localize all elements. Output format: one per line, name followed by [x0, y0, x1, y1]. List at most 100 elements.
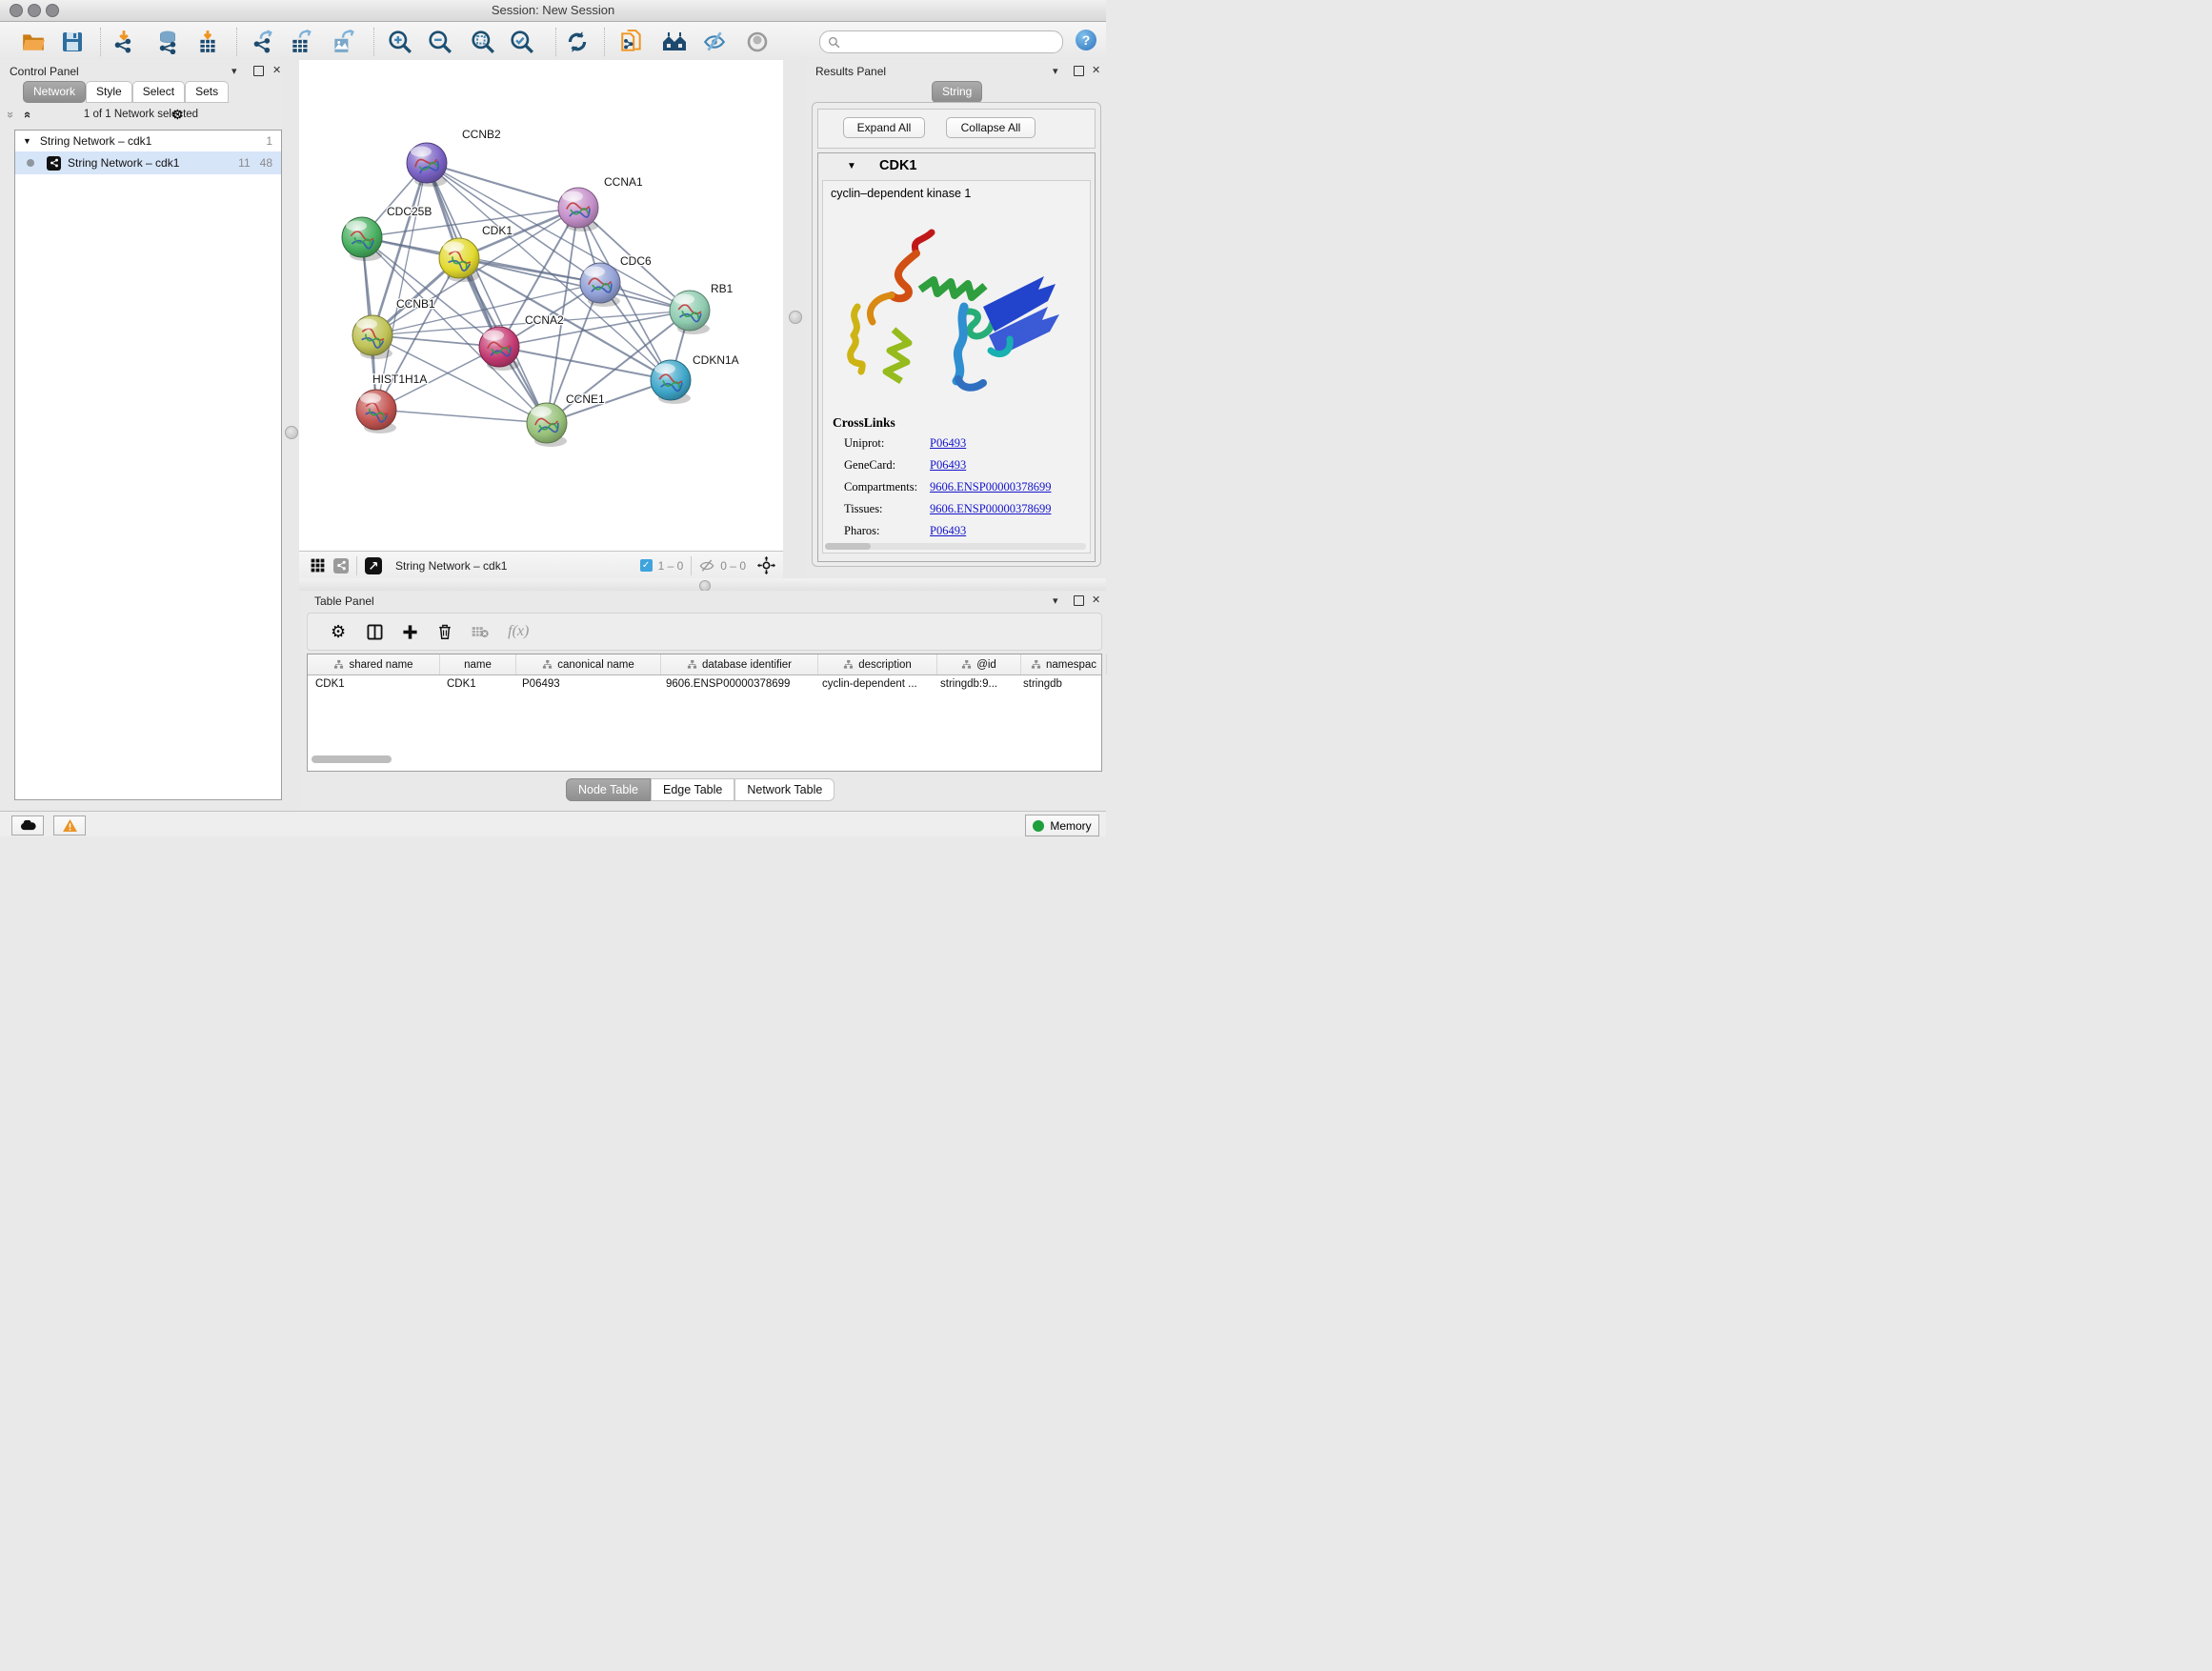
- add-column-icon[interactable]: [402, 624, 418, 640]
- network-options-gear-icon[interactable]: ⚙: [171, 107, 184, 123]
- toolbar-separator: [236, 28, 237, 56]
- grid-view-icon[interactable]: [311, 558, 325, 573]
- search-icon: [828, 36, 840, 49]
- collapse-triangle-icon[interactable]: ▼: [23, 136, 31, 146]
- scrollbar-thumb[interactable]: [825, 543, 871, 550]
- show-hidden-button[interactable]: [744, 29, 771, 55]
- export-network-button[interactable]: [250, 29, 276, 55]
- export-image-button[interactable]: [330, 29, 356, 55]
- tab-node-table[interactable]: Node Table: [566, 778, 651, 801]
- clone-network-button[interactable]: [618, 29, 645, 55]
- expand-all-button[interactable]: Expand All: [843, 117, 925, 138]
- search-input[interactable]: [840, 34, 1044, 50]
- birds-eye-view-icon[interactable]: [365, 557, 382, 574]
- zoom-fit-button[interactable]: [470, 29, 496, 55]
- table-header-row: shared namenamecanonical namedatabase id…: [308, 654, 1101, 675]
- float-panel-icon[interactable]: [1074, 595, 1084, 606]
- panel-menu-icon[interactable]: ▾: [1053, 594, 1058, 607]
- close-panel-icon[interactable]: ✕: [1092, 64, 1100, 76]
- network-node-CCNE1[interactable]: CCNE1: [527, 393, 605, 447]
- help-button[interactable]: ?: [1076, 30, 1096, 50]
- delete-column-icon[interactable]: [437, 623, 452, 640]
- collapse-all-button[interactable]: Collapse All: [946, 117, 1036, 138]
- network-node-CDC25B[interactable]: CDC25B: [342, 205, 432, 261]
- network-view-title: String Network – cdk1: [395, 559, 507, 573]
- network-node-RB1[interactable]: RB1: [670, 282, 734, 334]
- zoom-in-button[interactable]: [387, 29, 413, 55]
- network-node-CDKN1A[interactable]: CDKN1A: [651, 353, 739, 404]
- tab-network-table[interactable]: Network Table: [734, 778, 835, 801]
- crosslink-compartments[interactable]: 9606.ENSP00000378699: [930, 480, 1051, 494]
- memory-button[interactable]: Memory: [1025, 815, 1099, 836]
- column-header-sharedname[interactable]: shared name: [308, 654, 440, 674]
- network-collection-row[interactable]: ▼ String Network – cdk1 1: [15, 131, 281, 151]
- column-header-description[interactable]: description: [818, 654, 937, 674]
- selected-nodes-checkbox[interactable]: ✓: [640, 559, 653, 572]
- table-cell: cyclin-dependent ...: [814, 675, 933, 695]
- splitter-handle[interactable]: [789, 311, 802, 324]
- column-header-canonicalname[interactable]: canonical name: [516, 654, 661, 674]
- first-neighbors-button[interactable]: [661, 29, 688, 55]
- import-network-file-button[interactable]: [111, 29, 137, 55]
- tab-select[interactable]: Select: [132, 81, 185, 103]
- crosslink-uniprot[interactable]: P06493: [930, 436, 966, 451]
- column-header-namespac[interactable]: namespac: [1021, 654, 1107, 674]
- scrollbar-thumb[interactable]: [312, 755, 392, 763]
- refresh-button[interactable]: [564, 29, 591, 55]
- collapse-triangle-icon[interactable]: ▼: [847, 161, 856, 171]
- left-splitter[interactable]: [282, 60, 299, 811]
- network-view[interactable]: CCNB2CCNA1CDC25BCDK1CDC6RB1CCNB1CCNA2CDK…: [299, 60, 783, 551]
- crosslink-label: Uniprot:: [844, 436, 930, 451]
- collection-label: String Network – cdk1: [40, 134, 151, 148]
- crosshair-icon[interactable]: [757, 556, 775, 574]
- copy-document-icon: [619, 30, 644, 54]
- warnings-button[interactable]: [53, 815, 86, 836]
- tab-string[interactable]: String: [932, 81, 982, 103]
- import-network-database-button[interactable]: [154, 29, 181, 55]
- expand-collapse-bar: Expand All Collapse All: [817, 109, 1096, 149]
- column-header-databaseidentifier[interactable]: database identifier: [661, 654, 818, 674]
- import-table-button[interactable]: [194, 29, 221, 55]
- crosslink-row: Uniprot:P06493: [844, 436, 1082, 451]
- hidden-count: 0 – 0: [720, 559, 746, 573]
- float-panel-icon[interactable]: [253, 66, 264, 76]
- network-node-HIST1H1A[interactable]: HIST1H1A: [356, 372, 427, 433]
- hide-selected-button[interactable]: [701, 29, 728, 55]
- table-row[interactable]: CDK1CDK1P064939606.ENSP00000378699cyclin…: [308, 675, 1101, 695]
- network-node-CCNA1[interactable]: CCNA1: [558, 175, 643, 232]
- tab-network[interactable]: Network: [23, 81, 86, 103]
- network-row-selected[interactable]: String Network – cdk1 11 48: [15, 151, 281, 174]
- control-panel: Control Panel ▾ ✕ NetworkStyleSelectSets…: [0, 60, 282, 811]
- horizontal-splitter[interactable]: [299, 578, 1106, 591]
- open-folder-icon: [21, 30, 46, 54]
- open-session-button[interactable]: [20, 29, 47, 55]
- cloud-button[interactable]: [11, 815, 44, 836]
- show-columns-icon[interactable]: [367, 624, 383, 640]
- network-canvas[interactable]: CCNB2CCNA1CDC25BCDK1CDC6RB1CCNB1CCNA2CDK…: [299, 60, 783, 551]
- crosslink-tissues[interactable]: 9606.ENSP00000378699: [930, 502, 1051, 516]
- splitter-handle[interactable]: [285, 426, 298, 439]
- column-header-name[interactable]: name: [440, 654, 516, 674]
- tab-edge-table[interactable]: Edge Table: [651, 778, 734, 801]
- column-header-id[interactable]: @id: [937, 654, 1021, 674]
- network-view-share-icon[interactable]: [333, 558, 349, 574]
- close-panel-icon[interactable]: ✕: [1092, 594, 1100, 606]
- table-h-scrollbar[interactable]: [312, 755, 1096, 765]
- panel-menu-icon[interactable]: ▾: [1053, 65, 1058, 77]
- tab-sets[interactable]: Sets: [185, 81, 229, 103]
- save-session-button[interactable]: [59, 29, 86, 55]
- table-options-gear-icon[interactable]: ⚙: [331, 622, 346, 642]
- network-node-CCNB1[interactable]: CCNB1: [352, 297, 435, 359]
- crosslink-genecard[interactable]: P06493: [930, 458, 966, 473]
- zoom-out-button[interactable]: [427, 29, 453, 55]
- zoom-selected-button[interactable]: [509, 29, 535, 55]
- tab-style[interactable]: Style: [86, 81, 132, 103]
- results-h-scrollbar[interactable]: [825, 543, 1086, 550]
- close-panel-icon[interactable]: ✕: [272, 64, 281, 76]
- crosslink-pharos[interactable]: P06493: [930, 524, 966, 538]
- function-builder-button: f(x): [508, 623, 529, 640]
- export-table-button[interactable]: [288, 29, 314, 55]
- float-panel-icon[interactable]: [1074, 66, 1084, 76]
- right-splitter[interactable]: [783, 60, 806, 578]
- panel-menu-icon[interactable]: ▾: [231, 65, 237, 77]
